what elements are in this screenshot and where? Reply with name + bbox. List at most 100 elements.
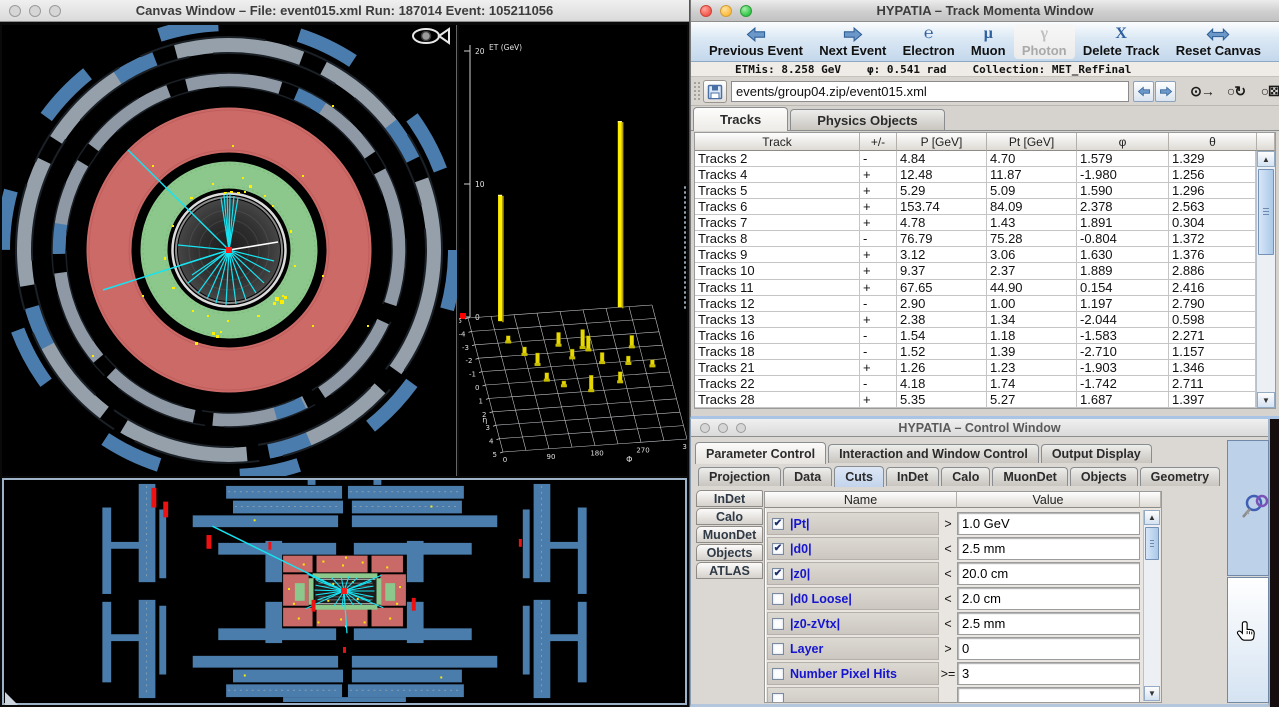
track-window-titlebar[interactable]: HYPATIA – Track Momenta Window: [691, 0, 1279, 22]
cut-value-input[interactable]: [957, 612, 1140, 635]
random-mode-icon[interactable]: ○⚄: [1255, 80, 1279, 103]
loop-mode-icon[interactable]: ○↻: [1221, 80, 1251, 103]
side-tab-objects[interactable]: Objects: [696, 544, 763, 561]
table-row[interactable]: Tracks 5+5.295.091.5901.296: [695, 183, 1256, 199]
resize-grip[interactable]: [5, 692, 18, 705]
table-cell: 3.06: [987, 247, 1077, 263]
table-cell: +: [860, 183, 897, 199]
tab-physics-objects[interactable]: Physics Objects: [790, 109, 944, 130]
tab-parameter-control[interactable]: Parameter Control: [695, 442, 826, 464]
table-row[interactable]: Tracks 9+3.123.061.6301.376: [695, 247, 1256, 263]
table-cell: Tracks 11: [695, 280, 860, 296]
scroll-up-icon[interactable]: ▲: [1257, 151, 1275, 167]
table-row[interactable]: Tracks 22-4.181.74-1.7422.711: [695, 376, 1256, 392]
tracks-table: Track+/-P [GeV]Pt [GeV]φθ Tracks 2-4.844…: [694, 132, 1276, 409]
tab-cuts[interactable]: Cuts: [834, 466, 884, 487]
splitter-grip[interactable]: [683, 185, 688, 310]
cut-value-input[interactable]: [957, 687, 1140, 703]
table-row[interactable]: Tracks 10+9.372.371.8892.886: [695, 263, 1256, 279]
cut-value-input[interactable]: [957, 537, 1140, 560]
sequential-mode-icon[interactable]: ⊙→: [1187, 80, 1217, 103]
column-header[interactable]: θ: [1169, 133, 1257, 151]
checkbox-unchecked[interactable]: [772, 618, 784, 630]
checkbox-checked[interactable]: ✔: [772, 568, 784, 580]
cut-value-input[interactable]: [957, 562, 1140, 585]
end-view-panel[interactable]: [2, 25, 457, 476]
electron-button[interactable]: ℮Electron: [895, 24, 963, 59]
tracks-table-header: Track+/-P [GeV]Pt [GeV]φθ: [695, 133, 1275, 151]
table-row[interactable]: Tracks 21+1.261.23-1.9031.346: [695, 360, 1256, 376]
column-header[interactable]: φ: [1077, 133, 1169, 151]
table-row[interactable]: Tracks 4+12.4811.87-1.9801.256: [695, 167, 1256, 183]
table-row[interactable]: Tracks 11+67.6544.900.1542.416: [695, 280, 1256, 296]
scrollbar-thumb[interactable]: [1258, 169, 1274, 255]
table-cell: 1.891: [1077, 215, 1169, 231]
tab-indet[interactable]: InDet: [886, 467, 939, 486]
checkbox-unchecked[interactable]: [772, 693, 784, 704]
delete-track-button[interactable]: XDelete Track: [1075, 24, 1168, 59]
column-header[interactable]: [1257, 133, 1275, 151]
table-row[interactable]: Tracks 18-1.521.39-2.7101.157: [695, 344, 1256, 360]
save-button[interactable]: [703, 80, 727, 103]
cut-value-input[interactable]: [957, 587, 1140, 610]
toolbar-grip[interactable]: [693, 81, 701, 102]
tab-data[interactable]: Data: [783, 467, 832, 486]
tab-interaction-and-window-control[interactable]: Interaction and Window Control: [828, 444, 1039, 463]
tab-muondet[interactable]: MuonDet: [992, 467, 1067, 486]
tracks-scrollbar[interactable]: ▲ ▼: [1256, 151, 1275, 408]
checkbox-unchecked[interactable]: [772, 668, 784, 680]
checkbox-checked[interactable]: ✔: [772, 518, 784, 530]
tab-objects[interactable]: Objects: [1070, 467, 1138, 486]
table-row[interactable]: Tracks 8-76.7975.28-0.8041.372: [695, 231, 1256, 247]
next-event-button[interactable]: Next Event: [811, 24, 894, 59]
previous-file-button[interactable]: [1133, 81, 1154, 102]
cut-value-input[interactable]: [957, 637, 1140, 660]
table-cell: Tracks 16: [695, 328, 860, 344]
event-file-path-input[interactable]: [731, 81, 1129, 102]
tab-geometry[interactable]: Geometry: [1140, 467, 1220, 486]
table-row[interactable]: Tracks 16-1.541.18-1.5832.271: [695, 328, 1256, 344]
cut-value-input[interactable]: [957, 662, 1140, 685]
column-header[interactable]: Pt [GeV]: [987, 133, 1077, 151]
side-tab-calo[interactable]: Calo: [696, 508, 763, 525]
tab-output-display[interactable]: Output Display: [1041, 444, 1152, 463]
scroll-down-icon[interactable]: ▼: [1257, 392, 1275, 408]
cut-name-label: |d0|: [790, 542, 812, 556]
table-cell: -: [860, 328, 897, 344]
table-row[interactable]: Tracks 28+5.355.271.6871.397: [695, 392, 1256, 408]
checkbox-checked[interactable]: ✔: [772, 543, 784, 555]
fisheye-toggle-icon[interactable]: [413, 29, 449, 43]
lego-plot-panel[interactable]: 01020ET (GeV)090180270360Φ-5-4-3-2-10123…: [459, 25, 687, 476]
table-row[interactable]: Tracks 6+153.7484.092.3782.563: [695, 199, 1256, 215]
cuts-scrollbar[interactable]: ▲ ▼: [1143, 510, 1160, 701]
column-header[interactable]: Track: [695, 133, 860, 151]
control-window-titlebar[interactable]: HYPATIA – Control Window: [691, 419, 1268, 437]
cut-value-input[interactable]: [957, 512, 1140, 535]
tab-tracks[interactable]: Tracks: [693, 107, 788, 131]
table-cell: 1.74: [987, 376, 1077, 392]
table-row[interactable]: Tracks 12-2.901.001.1972.790: [695, 296, 1256, 312]
table-row[interactable]: Tracks 13+2.381.34-2.0440.598: [695, 312, 1256, 328]
scroll-up-icon[interactable]: ▲: [1144, 510, 1160, 525]
column-header[interactable]: P [GeV]: [897, 133, 987, 151]
checkbox-unchecked[interactable]: [772, 593, 784, 605]
tab-calo[interactable]: Calo: [941, 467, 990, 486]
tab-projection[interactable]: Projection: [698, 467, 781, 486]
scrollbar-thumb[interactable]: [1145, 527, 1159, 560]
side-tab-muondet[interactable]: MuonDet: [696, 526, 763, 543]
table-row[interactable]: Tracks 2-4.844.701.5791.329: [695, 151, 1256, 167]
muon-button[interactable]: μMuon: [963, 24, 1014, 59]
canvas-window-titlebar[interactable]: Canvas Window – File: event015.xml Run: …: [0, 0, 689, 22]
photon-button[interactable]: γPhoton: [1014, 24, 1075, 59]
previous-event-button[interactable]: Previous Event: [701, 24, 811, 59]
table-row[interactable]: Tracks 7+4.781.431.8910.304: [695, 215, 1256, 231]
side-tab-indet[interactable]: InDet: [696, 490, 763, 507]
side-view-panel[interactable]: [2, 478, 687, 705]
next-file-button[interactable]: [1155, 81, 1176, 102]
reset-canvas-button[interactable]: Reset Canvas: [1168, 24, 1269, 59]
checkbox-unchecked[interactable]: [772, 643, 784, 655]
column-header[interactable]: +/-: [860, 133, 897, 151]
side-tab-atlas[interactable]: ATLAS: [696, 562, 763, 579]
table-cell: -1.583: [1077, 328, 1169, 344]
scroll-down-icon[interactable]: ▼: [1144, 686, 1160, 701]
